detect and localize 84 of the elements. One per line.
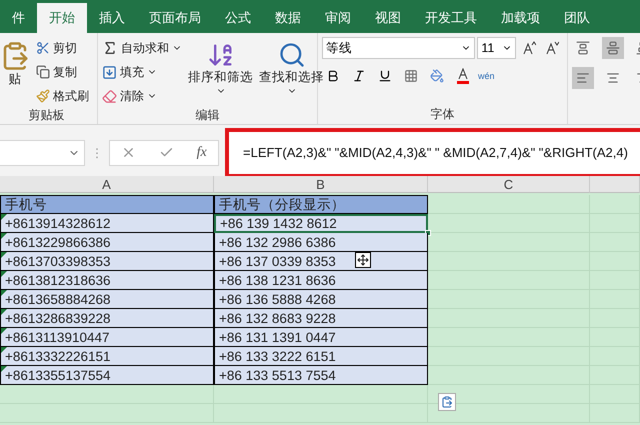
table-cell[interactable]: +86 136 5888 4268 <box>214 290 428 309</box>
empty-cell[interactable] <box>0 385 214 404</box>
error-indicator-icon <box>1 252 7 258</box>
table-cell: +8613229866386 <box>0 233 214 252</box>
lines-icon <box>606 41 620 55</box>
cut-button[interactable]: 剪切 <box>36 37 89 59</box>
italic-glyph-icon <box>352 69 366 83</box>
column-header[interactable] <box>590 176 640 193</box>
ribbon-tab[interactable]: 插入 <box>87 3 137 33</box>
lines-icon <box>606 71 620 85</box>
ribbon-tab[interactable]: 视图 <box>363 3 413 33</box>
table-cell[interactable]: +86 138 1231 8636 <box>214 271 428 290</box>
font-size-dropdown[interactable]: 11 <box>477 37 516 59</box>
table-cell: +8613914328612 <box>0 214 214 233</box>
empty-cell[interactable] <box>428 404 590 423</box>
paintbrush-icon <box>36 89 50 103</box>
table-cell[interactable]: +86 131 1391 0447 <box>214 328 428 347</box>
table-cell: +8613332226151 <box>0 347 214 366</box>
group-label: 剪贴板 <box>28 107 66 124</box>
scissors-icon <box>36 41 50 55</box>
table-cell: +8613286839228 <box>0 309 214 328</box>
paint-bucket-icon <box>430 69 444 83</box>
empty-cell[interactable] <box>214 385 428 404</box>
group-label: 字体 <box>430 106 456 123</box>
copy-icon <box>36 65 50 79</box>
table-cell: +8613113910447 <box>0 328 214 347</box>
format-painter-button[interactable]: 格式刷 <box>36 85 89 107</box>
error-indicator-icon <box>1 366 7 372</box>
column-header[interactable]: A <box>0 176 214 193</box>
column-header[interactable]: B <box>214 176 428 193</box>
active-cell[interactable]: +86 139 1432 8612 <box>214 214 428 233</box>
paste-button[interactable]: 贴 <box>0 37 30 107</box>
header-cell: 手机号（分段显示） <box>214 195 428 214</box>
error-indicator-icon <box>1 347 7 353</box>
bold-glyph-icon <box>326 69 340 83</box>
table-cell: +8613812318636 <box>0 271 214 290</box>
table-cell[interactable]: +86 133 5513 7554 <box>214 366 428 385</box>
ribbon-tab[interactable]: 加载项 <box>489 3 552 33</box>
lines-icon <box>576 71 590 85</box>
error-indicator-icon <box>1 233 7 239</box>
autosum-button[interactable]: 自动求和 <box>102 37 182 59</box>
fill-button[interactable]: 填充 <box>102 61 182 83</box>
copy-button[interactable]: 复制 <box>36 61 89 83</box>
grip-glyph: ⋮ <box>91 146 103 160</box>
ribbon-tab[interactable]: 开发工具 <box>413 3 489 33</box>
sort-filter-button[interactable]: 排序和筛选 <box>188 37 253 107</box>
table-cell: +8613355137554 <box>0 366 214 385</box>
phonetic-button[interactable]: wén <box>478 65 495 87</box>
error-indicator-icon <box>1 290 7 296</box>
paste-options-icon[interactable] <box>438 393 456 411</box>
ribbon-tab[interactable]: 页面布局 <box>137 3 213 33</box>
ribbon-tab[interactable]: 件 <box>0 3 37 33</box>
error-indicator-icon <box>1 214 7 220</box>
lines-icon <box>576 41 590 55</box>
function-icon[interactable]: fx <box>196 144 207 160</box>
error-indicator-icon <box>1 271 7 277</box>
error-indicator-icon <box>1 328 7 334</box>
align-middle-icon[interactable] <box>602 37 624 59</box>
error-indicator-icon <box>1 309 7 315</box>
find-select-button[interactable]: 查找和选择 <box>259 37 324 107</box>
header-cell: 手机号 <box>0 195 214 214</box>
clear-button[interactable]: 清除 <box>102 85 182 107</box>
table-cell[interactable]: +86 132 8683 9228 <box>214 309 428 328</box>
ribbon-tab[interactable]: 公式 <box>213 3 263 33</box>
column-header[interactable]: C <box>428 176 590 193</box>
align-left-icon[interactable] <box>572 67 594 89</box>
ribbon-tab[interactable]: 开始 <box>37 3 87 33</box>
group-label: 编辑 <box>194 107 220 124</box>
clipboard-icon <box>441 396 453 408</box>
table-cell: +8613703398353 <box>0 252 214 271</box>
underline-glyph-icon <box>378 69 392 83</box>
table-cell[interactable]: +86 133 3222 6151 <box>214 347 428 366</box>
name-box[interactable] <box>0 140 85 166</box>
search-icon <box>278 41 306 69</box>
table-cell: +8613658884268 <box>0 290 214 309</box>
table-cell[interactable]: +86 132 2986 6386 <box>214 233 428 252</box>
font-name-dropdown[interactable]: 等线 <box>322 37 476 59</box>
ribbon-tab[interactable]: 审阅 <box>313 3 363 33</box>
eraser-icon <box>102 88 117 104</box>
grid-icon <box>404 69 418 83</box>
ribbon-tab[interactable]: 团队 <box>552 3 602 33</box>
ribbon-tab[interactable]: 数据 <box>263 3 313 33</box>
table-cell[interactable]: +86 137 0339 8353 <box>214 252 428 271</box>
formula-field[interactable]: =LEFT(A2,3)&" "&MID(A2,4,3)&" " &MID(A2,7,4)&" "&RIGHT(A2,4) <box>225 128 640 178</box>
